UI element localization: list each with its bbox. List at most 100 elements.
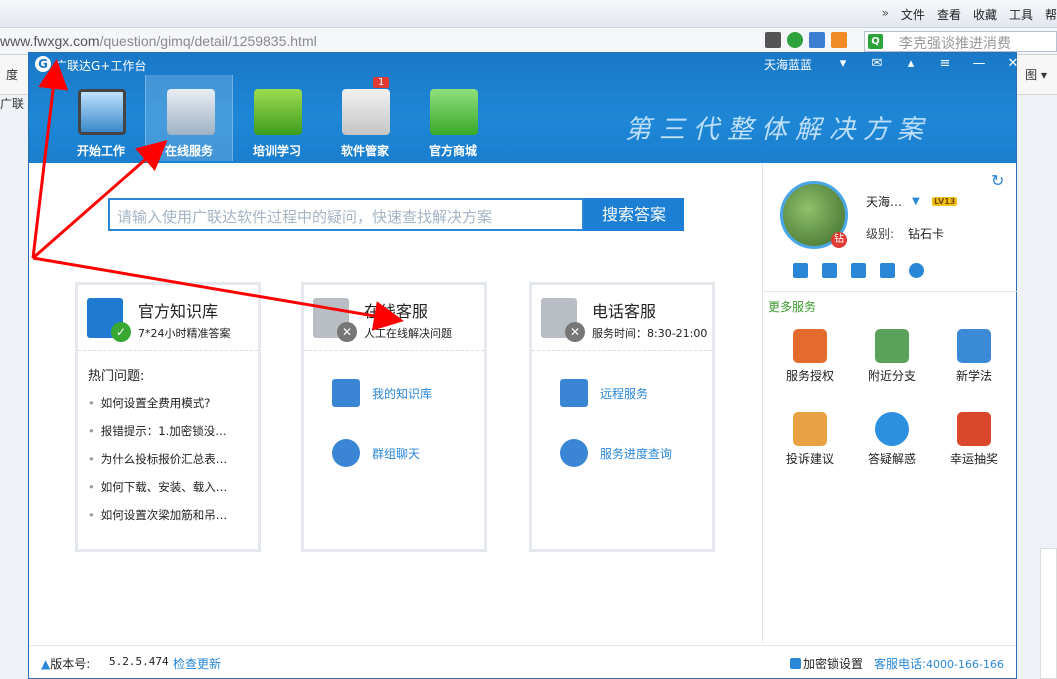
answer-search-input[interactable]: 请输入使用广联达软件过程中的疑问，快速查找解决方案 — [108, 198, 584, 231]
version-value: 5.2.5.474 — [109, 655, 169, 668]
titlebar-username[interactable]: 天海蓝蓝 — [764, 56, 812, 73]
chat-bubble-icon — [875, 412, 909, 446]
ie-icon — [254, 89, 302, 135]
qrcode-icon[interactable] — [765, 32, 781, 48]
level-label: 级别: — [866, 227, 895, 241]
nav-start-work[interactable]: 开始工作 — [57, 75, 145, 161]
service-progress-link[interactable]: 服务进度查询 — [560, 439, 672, 467]
hot-question-item[interactable]: 报错提示：1.加密锁没… — [88, 421, 227, 449]
dropdown-icon[interactable] — [831, 32, 847, 48]
service-feedback[interactable]: 投诉建议 — [769, 412, 851, 467]
menu-file[interactable]: 文件 — [901, 6, 925, 23]
profile-username[interactable]: 天海… — [866, 193, 902, 210]
phone-number: 4000-166-166 — [926, 658, 1004, 671]
version-label: ▲版本号: — [41, 655, 90, 672]
service-label: 服务授权 — [785, 369, 834, 383]
menu-tools[interactable]: 工具 — [1009, 6, 1033, 23]
agent-icon[interactable] — [880, 263, 895, 278]
mail-icon[interactable]: ✉ — [860, 55, 894, 73]
nav-online-service[interactable]: 在线服务 — [145, 75, 233, 161]
nav-training[interactable]: 培训学习 — [233, 75, 321, 161]
refresh-icon[interactable]: ↻ — [991, 171, 1004, 190]
app-titlebar: G 广联达G+工作台 天海蓝蓝 ▾ ✉ ▴ ≡ — ✕ 开始工作 在线服务 培训… — [29, 53, 1018, 163]
address-input[interactable]: www.fwxgx.com/question/gimq/detail/12598… — [0, 33, 317, 49]
card-online-support: ✕ 在线客服 人工在线解决问题 我的知识库 群组聊天 — [301, 282, 487, 552]
monitor-icon[interactable] — [851, 263, 866, 278]
version-label-text: 版本号: — [50, 657, 91, 671]
software-box-icon — [342, 89, 390, 135]
level-value: 钻石卡 — [908, 227, 945, 241]
card-header: ✓ 官方知识库 7*24小时精准答案 — [78, 285, 258, 351]
book-icon: ✓ — [87, 298, 131, 342]
card-header: ✕ 电话客服 服务时间：8:30-21:00 — [532, 285, 712, 351]
toolbar-tab[interactable]: 广联 — [0, 95, 24, 112]
envelope-icon — [793, 412, 827, 446]
service-label: 新学法 — [955, 369, 992, 383]
search-progress-icon — [560, 439, 588, 467]
menu-favorites[interactable]: 收藏 — [973, 6, 997, 23]
card-title: 电话客服 — [592, 302, 657, 321]
level-badge: LV13 — [932, 197, 958, 206]
monitor-icon — [78, 89, 126, 135]
main-content: 请输入使用广联达软件过程中的疑问，快速查找解决方案 搜索答案 ✓ 官方知识库 7… — [29, 163, 762, 643]
search-answer-button[interactable]: 搜索答案 — [584, 198, 684, 231]
service-nearby-branch[interactable]: 附近分支 — [851, 329, 933, 384]
refresh-icon[interactable] — [809, 32, 825, 48]
hot-questions-list: 如何设置全费用模式? 报错提示：1.加密锁没… 为什么投标报价汇总表… 如何下载… — [88, 393, 228, 533]
browser-search-box[interactable]: Q 李克强谈推进消费 — [864, 31, 1057, 52]
phone-label: 客服电话: — [874, 657, 927, 671]
menu-view[interactable]: 查看 — [937, 6, 961, 23]
card-title: 官方知识库 — [138, 302, 219, 321]
avatar[interactable]: 钻 — [780, 181, 848, 249]
offline-icon: ✕ — [337, 322, 357, 342]
toolbar-item[interactable]: 度 — [6, 66, 18, 83]
app-logo-icon: G — [35, 56, 51, 72]
card-knowledge-base: ✓ 官方知识库 7*24小时精准答案 热门问题: 如何设置全费用模式? 报错提示… — [75, 282, 261, 552]
services-grid: 服务授权 附近分支 新学法 投诉建议 答疑解惑 幸运抽奖 — [769, 329, 1015, 467]
hot-question-item[interactable]: 如何设置全费用模式? — [88, 393, 227, 421]
quick-tools — [793, 263, 924, 278]
nav-label: 官方商城 — [428, 144, 477, 158]
remote-service-link[interactable]: 远程服务 — [560, 379, 648, 407]
menu-overflow-chevron[interactable]: » — [882, 6, 889, 23]
hot-question-item[interactable]: 如何设置次梁加筋和吊… — [88, 505, 228, 533]
group-chat-link[interactable]: 群组聊天 — [332, 439, 420, 467]
service-authorization[interactable]: 服务授权 — [769, 329, 851, 384]
lock-label: 加密锁设置 — [803, 657, 864, 671]
service-new-learning[interactable]: 新学法 — [933, 329, 1015, 384]
vip-icon[interactable] — [909, 263, 924, 278]
search-engine-icon[interactable]: Q — [868, 34, 883, 49]
browser-menu: » 文件 查看 收藏 工具 帮 — [882, 6, 1057, 23]
close-icon[interactable]: ✕ — [996, 55, 1030, 73]
book-icon[interactable] — [793, 263, 808, 278]
vip-badge: 钻 — [831, 232, 847, 248]
compat-mode-icon[interactable] — [787, 32, 803, 48]
hot-question-item[interactable]: 如何下载、安装、载入… — [88, 477, 228, 505]
chevron-down-icon[interactable]: ▼ — [912, 196, 920, 207]
link-label: 我的知识库 — [372, 386, 433, 401]
divider — [763, 291, 1017, 292]
minimize-icon[interactable]: — — [962, 55, 996, 73]
check-update-link[interactable]: 检查更新 — [173, 655, 221, 672]
my-knowledge-base-link[interactable]: 我的知识库 — [332, 379, 432, 407]
link-label: 服务进度查询 — [600, 446, 673, 461]
lock-settings-link[interactable]: 加密锁设置 — [790, 655, 863, 672]
hot-question-item[interactable]: 为什么投标报价汇总表… — [88, 449, 228, 477]
service-qa[interactable]: 答疑解惑 — [851, 412, 933, 467]
nav-official-store[interactable]: 官方商城 — [409, 75, 497, 161]
nav-label: 软件管家 — [340, 144, 389, 158]
shopping-bag-icon — [430, 89, 478, 135]
nav-label: 在线服务 — [164, 144, 213, 158]
browser-address-bar: www.fwxgx.com/question/gimq/detail/12598… — [0, 28, 1057, 55]
service-lucky-draw[interactable]: 幸运抽奖 — [933, 412, 1015, 467]
calculator-icon[interactable] — [822, 263, 837, 278]
user-dropdown-icon[interactable]: ▾ — [826, 55, 860, 73]
skin-icon[interactable]: ▴ — [894, 55, 928, 73]
url-host: www.fwxgx.com — [0, 33, 100, 49]
service-label: 答疑解惑 — [867, 452, 916, 466]
menu-help[interactable]: 帮 — [1045, 6, 1057, 23]
card-header: ✕ 在线客服 人工在线解决问题 — [304, 285, 484, 351]
nav-software-manager[interactable]: 1 软件管家 — [321, 75, 409, 161]
menu-icon[interactable]: ≡ — [928, 55, 962, 73]
service-label: 幸运抽奖 — [949, 452, 998, 466]
